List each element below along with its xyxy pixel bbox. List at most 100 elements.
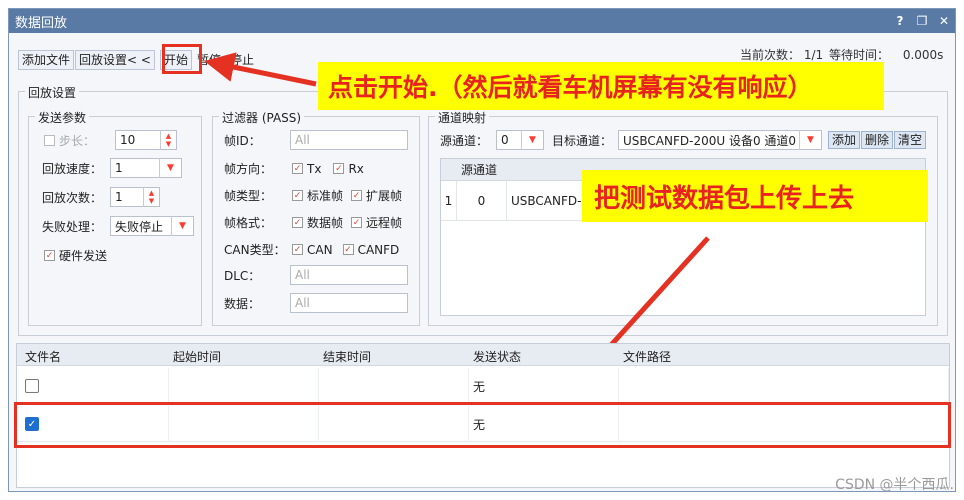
clear-mapping-button[interactable]: 清空 bbox=[894, 131, 927, 149]
direction-label: 帧方向： bbox=[224, 162, 273, 176]
send-status-cell: 无 bbox=[469, 368, 619, 404]
mapping-row-target: USBCANFD-2 bbox=[511, 193, 590, 208]
speed-row: 回放速度： 1 ▼ bbox=[42, 158, 182, 178]
stop-button[interactable]: 停止 bbox=[226, 50, 258, 70]
file-path-column: 文件路径 bbox=[623, 350, 672, 364]
send-status-value: 无 bbox=[473, 379, 486, 394]
file-name-column: 文件名 bbox=[25, 350, 62, 364]
toolbar: 添加文件 回放设置< < 开始 暂停 停止 bbox=[18, 50, 259, 70]
source-channel-label: 源通道： bbox=[440, 133, 489, 148]
hw-send-checkbox[interactable]: ✓ bbox=[44, 250, 55, 261]
replay-settings-label: 回放设置 bbox=[25, 84, 80, 101]
mapping-row-index: 1 bbox=[441, 180, 457, 221]
start-time-cell bbox=[169, 368, 319, 404]
file-path-cell bbox=[619, 368, 949, 404]
data-frame-checkbox[interactable]: ✓ bbox=[292, 217, 303, 228]
speed-value: 1 bbox=[115, 161, 123, 175]
start-button-highlight bbox=[162, 44, 202, 74]
mapping-label: 通道映射 bbox=[435, 109, 490, 126]
dlc-input[interactable]: All bbox=[290, 265, 408, 285]
extended-frame-checkbox[interactable]: ✓ bbox=[351, 190, 363, 201]
mapping-row-source: 0 bbox=[457, 180, 507, 221]
tx-checkbox[interactable]: ✓ bbox=[292, 163, 303, 174]
restore-icon[interactable]: ❐ bbox=[911, 14, 933, 28]
can-type-label: CAN类型： bbox=[224, 243, 286, 257]
target-channel-select[interactable]: USBCANFD-200U 设备0 通道0 ▼ bbox=[618, 130, 822, 150]
help-icon[interactable]: ? bbox=[889, 14, 911, 28]
frame-type-row: 帧类型： ✓ 标准帧 ✓ 扩展帧 bbox=[224, 187, 402, 204]
frame-id-row: 帧ID： All bbox=[224, 130, 408, 150]
filter-label: 过滤器 (PASS) bbox=[219, 109, 305, 126]
step-checkbox[interactable] bbox=[44, 134, 55, 146]
count-value: 1 bbox=[115, 190, 123, 204]
standard-frame-label: 标准帧 bbox=[307, 189, 344, 203]
step-input[interactable]: 10 ▲ ▼ bbox=[115, 130, 177, 150]
end-time-cell bbox=[319, 368, 469, 404]
target-channel-label: 目标通道： bbox=[552, 133, 613, 148]
count-row: 回放次数： 1 ▲ ▼ bbox=[42, 187, 160, 207]
current-count-label: 当前次数： bbox=[740, 48, 801, 62]
frame-id-input[interactable]: All bbox=[290, 130, 408, 150]
close-icon[interactable]: ✕ bbox=[933, 14, 955, 28]
dlc-label: DLC： bbox=[224, 268, 261, 283]
upload-text: 把测试数据包上传上去 bbox=[594, 183, 855, 214]
window-title: 数据回放 bbox=[15, 15, 68, 31]
upload-annotation: 把测试数据包上传上去 bbox=[582, 170, 928, 222]
title-bar: 数据回放 ? ❐ ✕ bbox=[9, 9, 955, 33]
canfd-checkbox[interactable]: ✓ bbox=[342, 244, 354, 255]
canfd-label: CANFD bbox=[357, 242, 400, 257]
source-channel-column: 源通道 bbox=[461, 163, 498, 177]
rx-checkbox[interactable]: ✓ bbox=[333, 163, 345, 174]
frame-type-label: 帧类型： bbox=[224, 189, 273, 203]
dlc-row: DLC： All bbox=[224, 265, 408, 285]
file-row[interactable]: 无 bbox=[17, 368, 949, 404]
count-input[interactable]: 1 ▲ ▼ bbox=[110, 187, 160, 207]
standard-frame-checkbox[interactable]: ✓ bbox=[292, 190, 303, 201]
add-file-button[interactable]: 添加文件 bbox=[18, 50, 75, 70]
extended-frame-label: 扩展帧 bbox=[366, 189, 403, 203]
remote-frame-checkbox[interactable]: ✓ bbox=[351, 217, 363, 228]
data-input[interactable]: All bbox=[290, 293, 408, 313]
count-label: 回放次数： bbox=[42, 190, 103, 205]
tx-label: Tx bbox=[307, 161, 322, 176]
watermark: CSDN @半个西瓜. bbox=[835, 477, 954, 493]
end-time-column: 结束时间 bbox=[323, 350, 372, 364]
can-label: CAN bbox=[307, 242, 333, 257]
add-mapping-button[interactable]: 添加 bbox=[828, 131, 861, 149]
data-frame-label: 数据帧 bbox=[307, 216, 344, 230]
step-spinner-icon[interactable]: ▲ ▼ bbox=[160, 130, 176, 150]
send-status-column: 发送状态 bbox=[473, 350, 522, 364]
file-row-highlight bbox=[14, 402, 951, 448]
count-spinner-icon[interactable]: ▲ ▼ bbox=[143, 187, 159, 207]
current-count-value: 1/1 bbox=[803, 48, 824, 62]
direction-row: 帧方向： ✓ Tx ✓ Rx bbox=[224, 160, 364, 177]
replay-settings-button[interactable]: 回放设置< < bbox=[75, 50, 155, 70]
hw-send-label: 硬件发送 bbox=[59, 249, 108, 263]
source-channel-value: 0 bbox=[501, 133, 509, 147]
data-row: 数据： All bbox=[224, 293, 408, 313]
frame-id-label: 帧ID： bbox=[224, 133, 261, 148]
rx-label: Rx bbox=[348, 161, 364, 176]
data-label: 数据： bbox=[224, 296, 261, 311]
can-checkbox[interactable]: ✓ bbox=[292, 244, 303, 255]
fail-select[interactable]: 失败停止 ▼ bbox=[110, 216, 194, 236]
wait-time-label: 等待时间： bbox=[828, 48, 889, 62]
speed-label: 回放速度： bbox=[42, 161, 103, 176]
fail-value: 失败停止 bbox=[115, 219, 164, 234]
remote-frame-label: 远程帧 bbox=[366, 216, 403, 230]
chevron-down-icon: ▼ bbox=[521, 130, 543, 150]
hw-send-row: ✓ 硬件发送 bbox=[44, 247, 107, 264]
click-start-text: 点击开始.（然后就看车机屏幕有没有响应） bbox=[328, 73, 813, 102]
step-value: 10 bbox=[120, 133, 136, 147]
can-type-row: CAN类型： ✓ CAN ✓ CANFD bbox=[224, 241, 399, 258]
frame-format-row: 帧格式： ✓ 数据帧 ✓ 远程帧 bbox=[224, 214, 402, 231]
file-row-checkbox[interactable] bbox=[25, 379, 39, 393]
chevron-down-icon: ▼ bbox=[159, 158, 181, 178]
delete-mapping-button[interactable]: 删除 bbox=[861, 131, 894, 149]
frame-format-label: 帧格式： bbox=[224, 216, 273, 230]
speed-select[interactable]: 1 ▼ bbox=[110, 158, 182, 178]
send-params-label: 发送参数 bbox=[35, 109, 90, 126]
file-name-cell bbox=[17, 368, 169, 404]
replay-status: 当前次数： 1/1 等待时间： 0.000s bbox=[740, 46, 943, 63]
source-channel-select[interactable]: 0 ▼ bbox=[496, 130, 544, 150]
